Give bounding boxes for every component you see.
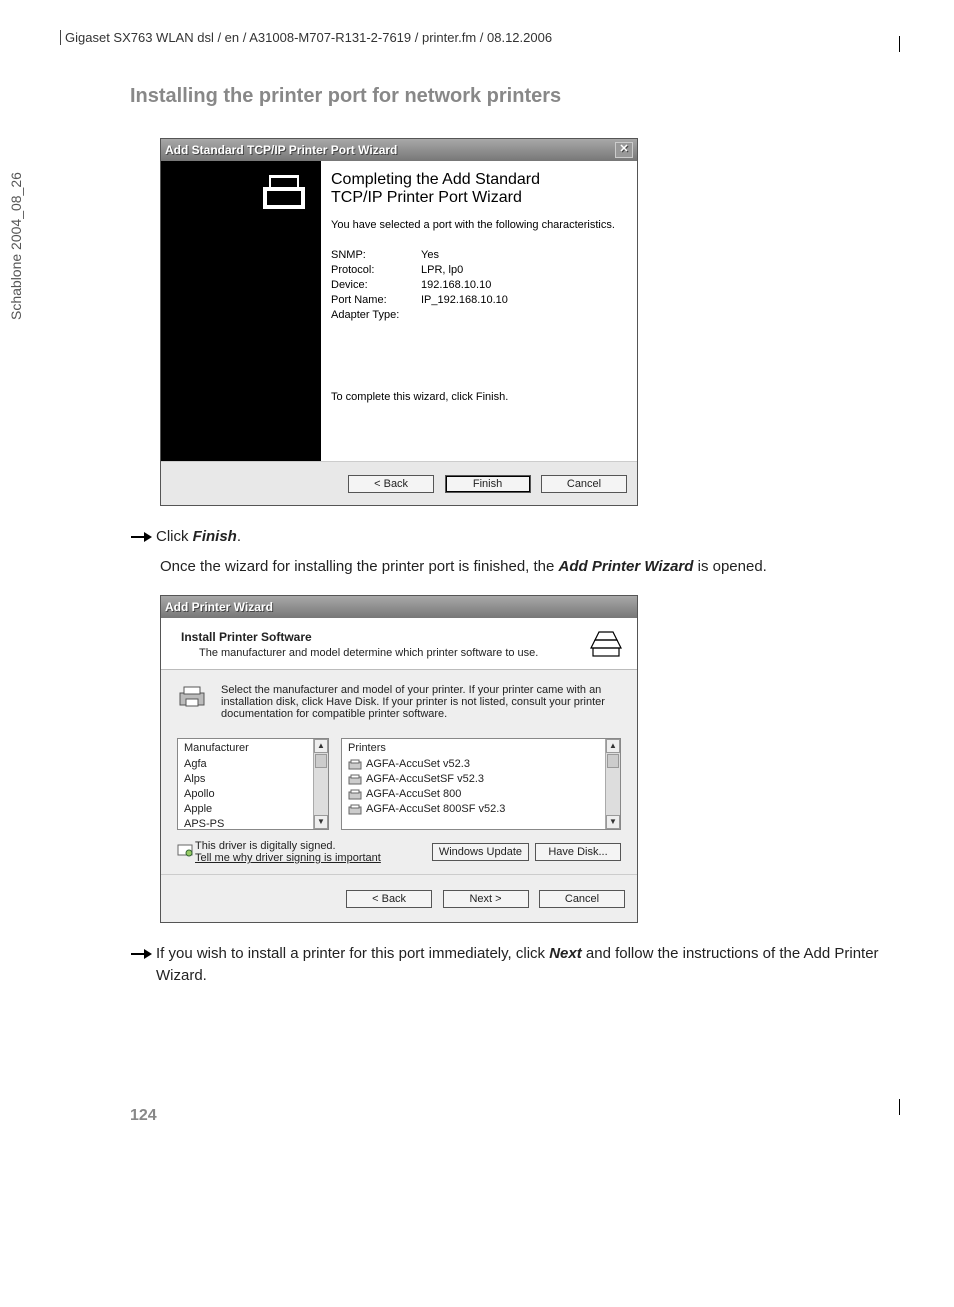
info-text: Select the manufacturer and model of you… [221,684,621,720]
next-button[interactable]: Next > [443,890,529,908]
list-item[interactable]: Agfa [184,757,322,772]
titlebar: Add Standard TCP/IP Printer Port Wizard … [161,139,637,161]
finish-button[interactable]: Finish [445,475,531,493]
paragraph: Once the wizard for installing the print… [160,556,894,577]
scroll-up-icon[interactable]: ▲ [606,739,620,753]
instruction-text: If you wish to install a printer for thi… [156,943,894,987]
summary-row: Adapter Type: [331,309,627,321]
back-button[interactable]: < Back [348,475,434,493]
scrollbar[interactable]: ▲ ▼ [313,739,328,829]
signed-text: This driver is digitally signed. [195,840,426,852]
info-row: Select the manufacturer and model of you… [177,684,621,720]
scroll-down-icon[interactable]: ▼ [314,815,328,829]
template-stamp: Schablone 2004_08_26 [8,172,24,320]
windows-update-button[interactable]: Windows Update [432,843,529,861]
wizard-port-dialog: Add Standard TCP/IP Printer Port Wizard … [160,138,638,506]
list-item[interactable]: Apple [184,802,322,817]
crop-mark [899,1099,900,1115]
summary-row: Protocol:LPR, lp0 [331,264,627,276]
cert-icon [177,844,195,861]
scroll-up-icon[interactable]: ▲ [314,739,328,753]
summary-row: SNMP:Yes [331,249,627,261]
wizard-header: Install Printer Software The manufacture… [161,618,637,670]
cancel-button[interactable]: Cancel [541,475,627,493]
list-item[interactable]: AGFA-AccuSet v52.3 [348,757,614,772]
wizard-sidebar [161,161,321,461]
window-title: Add Standard TCP/IP Printer Port Wizard [165,143,397,157]
scroll-thumb[interactable] [607,754,619,768]
close-icon[interactable]: ✕ [615,142,633,158]
instruction-text: Click Finish. [156,526,894,548]
have-disk-button[interactable]: Have Disk... [535,843,621,861]
finish-hint: To complete this wizard, click Finish. [331,391,627,403]
list-item[interactable]: Apollo [184,787,322,802]
driver-signing-link[interactable]: Tell me why driver signing is important [195,852,426,864]
wizard-subtext: You have selected a port with the follow… [331,219,627,231]
summary-row: Port Name:IP_192.168.10.10 [331,294,627,306]
list-item[interactable]: APS-PS [184,817,322,832]
titlebar: Add Printer Wizard [161,596,637,618]
wizard-title: Install Printer Software [181,630,623,644]
list-item[interactable]: AGFA-AccuSet 800SF v52.3 [348,802,614,817]
manufacturer-list[interactable]: Manufacturer Agfa Alps Apollo Apple APS-… [177,738,329,830]
button-bar: < Back Finish Cancel [161,461,637,505]
scroll-down-icon[interactable]: ▼ [606,815,620,829]
back-button[interactable]: < Back [346,890,432,908]
list-item[interactable]: AGFA-AccuSet 800 [348,787,614,802]
printer-icon [589,630,623,660]
arrow-icon [130,943,156,965]
page-number: 124 [130,1107,894,1125]
list-header: Printers [342,739,620,757]
button-bar: < Back Next > Cancel [161,874,637,922]
arrow-icon [130,526,156,548]
cancel-button[interactable]: Cancel [539,890,625,908]
printer-small-icon [177,684,211,720]
window-title: Add Printer Wizard [165,600,273,614]
printer-icon [259,171,309,215]
list-item[interactable]: AGFA-AccuSetSF v52.3 [348,772,614,787]
section-heading: Installing the printer port for network … [130,85,894,108]
printers-list[interactable]: Printers AGFA-AccuSet v52.3 AGFA-AccuSet… [341,738,621,830]
list-header: Manufacturer [178,739,328,757]
running-header: Gigaset SX763 WLAN dsl / en / A31008-M70… [60,30,894,45]
wizard-subtitle: The manufacturer and model determine whi… [199,647,623,659]
summary-row: Device:192.168.10.10 [331,279,627,291]
add-printer-wizard-dialog: Add Printer Wizard Install Printer Softw… [160,595,638,923]
wizard-heading: Completing the Add Standard TCP/IP Print… [331,171,627,207]
list-item[interactable]: Alps [184,772,322,787]
scrollbar[interactable]: ▲ ▼ [605,739,620,829]
crop-mark [899,36,900,52]
scroll-thumb[interactable] [315,754,327,768]
